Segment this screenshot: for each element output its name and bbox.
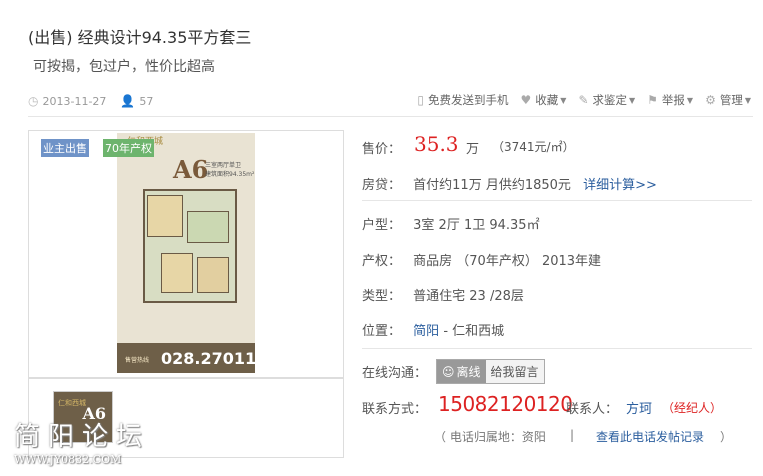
watermark-text: 简阳论坛 bbox=[14, 422, 151, 452]
rights-value: 商品房 （70年产权） 2013年建 bbox=[413, 254, 602, 269]
layout-row: 户型： 3室 2厅 1卫 94.35㎡ bbox=[362, 214, 540, 233]
manage-button[interactable]: ⚙ 管理 ▼ bbox=[705, 92, 751, 108]
phone-info-separator: | bbox=[570, 428, 575, 442]
contact-person-label: 联系人： bbox=[566, 402, 619, 417]
location-area: - 仁和西城 bbox=[443, 324, 505, 339]
user-icon: 👤 bbox=[120, 94, 136, 108]
contact-label: 联系方式： bbox=[362, 402, 428, 417]
flag-icon: ⚑ bbox=[647, 93, 658, 107]
gear-icon: ⚙ bbox=[705, 93, 716, 107]
plan-room bbox=[161, 253, 193, 293]
phone-location: （ 电话归属地：资阳 bbox=[434, 430, 546, 444]
contact-phone: 15082120120 bbox=[438, 392, 573, 416]
chevron-down-icon: ▼ bbox=[560, 95, 567, 105]
plan-notes bbox=[125, 305, 185, 335]
report-button[interactable]: ⚑ 举报 ▼ bbox=[647, 92, 693, 108]
location-row: 位置： 简阳 - 仁和西城 bbox=[362, 320, 504, 339]
plan-footer: 售营热线 028.27011215 bbox=[117, 343, 290, 373]
contact-person-link[interactable]: 方珂 bbox=[626, 398, 652, 417]
forum-watermark: 简阳论坛 WWW.JY0832.COM bbox=[14, 416, 150, 466]
price-unit: 万 bbox=[466, 142, 480, 157]
post-meta: ◷ 2013-11-27 👤 57 bbox=[28, 94, 153, 108]
chevron-down-icon: ▼ bbox=[686, 95, 694, 105]
main-image-frame: 仁和西城 A6 三室两厅单卫 建筑面积94.35m² 售营热线 028.2701… bbox=[28, 130, 344, 378]
layout-value: 3室 2厅 1卫 94.35㎡ bbox=[413, 218, 540, 233]
report-label: 举报 bbox=[661, 93, 685, 107]
hotline-label: 售营热线 bbox=[125, 357, 150, 364]
heart-icon: ♥ bbox=[520, 93, 532, 107]
price-value: 35.3 bbox=[414, 132, 459, 156]
type-label: 类型： bbox=[362, 289, 402, 304]
view-posts-close: ） bbox=[720, 430, 733, 444]
favorite-label: 收藏 bbox=[535, 93, 559, 107]
offline-label: 离线 bbox=[456, 365, 481, 379]
chevron-down-icon: ▼ bbox=[744, 95, 751, 105]
mortgage-label: 房贷： bbox=[362, 178, 402, 193]
plan-phone: 028.27011215 bbox=[161, 349, 290, 368]
agent-tag: （经纪人） bbox=[662, 401, 723, 415]
contact-row: 联系方式： 15082120120 联系人： 方珂 （经纪人） bbox=[362, 392, 752, 417]
send-phone-label: 免费发送到手机 bbox=[428, 93, 509, 107]
plan-room bbox=[187, 211, 229, 243]
page-subtitle: 可按揭，包过户，性价比超高 bbox=[33, 59, 215, 75]
chat-widget: ☺ 离线 给我留言 bbox=[436, 359, 545, 384]
view-posts-link[interactable]: 查看此电话发帖记录 bbox=[596, 428, 704, 445]
plan-desc-line-1: 三室两厅单卫 bbox=[205, 162, 242, 169]
price-row: 售价： 35.3 万 （3741元/㎡） bbox=[362, 132, 575, 157]
clock-icon: ◷ bbox=[28, 94, 39, 108]
views-text: 57 bbox=[139, 94, 154, 108]
appraise-button[interactable]: ✎ 求鉴定 ▼ bbox=[578, 92, 635, 108]
floor-plan-image[interactable]: 仁和西城 A6 三室两厅单卫 建筑面积94.35m² 售营热线 028.2701… bbox=[117, 133, 290, 373]
page-title: (出售) 经典设计94.35平方套三 bbox=[28, 28, 252, 47]
leave-message-button[interactable]: 给我留言 bbox=[486, 360, 544, 383]
type-row: 类型： 普通住宅 23 /28层 bbox=[362, 285, 524, 304]
chevron-down-icon: ▼ bbox=[629, 95, 636, 105]
mortgage-row: 房贷： 首付约11万 月供约1850元 详细计算>> bbox=[362, 174, 657, 193]
layout-label: 户型： bbox=[362, 218, 402, 233]
favorite-button[interactable]: ♥ 收藏 ▼ bbox=[521, 92, 567, 108]
tag-icon: ✎ bbox=[578, 93, 589, 107]
view-count: 👤 57 bbox=[120, 94, 153, 108]
mortgage-detail-link[interactable]: 详细计算>> bbox=[583, 178, 657, 193]
qq-icon: ☺ bbox=[442, 365, 455, 379]
chat-row: 在线沟通： ☺ 离线 给我留言 bbox=[362, 359, 752, 384]
info-divider bbox=[362, 200, 752, 201]
appraise-label: 求鉴定 bbox=[592, 93, 628, 107]
post-date: ◷ 2013-11-27 bbox=[28, 94, 106, 108]
plan-description: 三室两厅单卫 建筑面积94.35m² bbox=[205, 161, 254, 179]
action-toolbar: ▯ 免费发送到手机 ♥ 收藏 ▼ ✎ 求鉴定 ▼ ⚑ 举报 ▼ ⚙ 管理 ▼ bbox=[405, 92, 751, 108]
send-to-phone-button[interactable]: ▯ 免费发送到手机 bbox=[417, 92, 508, 108]
owner-sale-badge: 业主出售 bbox=[41, 139, 89, 157]
phone-icon: ▯ bbox=[417, 93, 425, 107]
mortgage-text: 首付约11万 月供约1850元 bbox=[413, 178, 571, 193]
location-city-link[interactable]: 简阳 bbox=[413, 324, 439, 339]
date-text: 2013-11-27 bbox=[42, 94, 107, 108]
watermark-url: WWW.JY0832.COM bbox=[14, 453, 122, 466]
offline-status-button[interactable]: ☺ 离线 bbox=[437, 360, 486, 383]
price-label: 售价： bbox=[362, 142, 402, 157]
rights-row: 产权： 商品房 （70年产权） 2013年建 bbox=[362, 250, 601, 269]
plan-desc-line-2: 建筑面积94.35m² bbox=[205, 171, 255, 178]
manage-label: 管理 bbox=[719, 93, 743, 107]
rights-label: 产权： bbox=[362, 254, 402, 269]
chat-label: 在线沟通： bbox=[362, 366, 428, 381]
plan-title: A6 bbox=[173, 155, 209, 184]
plan-room bbox=[197, 257, 229, 293]
plan-room bbox=[147, 195, 183, 237]
property-rights-badge: 70年产权 bbox=[103, 139, 154, 157]
info-divider bbox=[362, 348, 752, 349]
location-label: 位置： bbox=[362, 324, 402, 339]
price-per-sqm: （3741元/㎡） bbox=[492, 140, 575, 154]
header-divider bbox=[28, 116, 753, 117]
type-value: 普通住宅 23 /28层 bbox=[413, 289, 524, 304]
